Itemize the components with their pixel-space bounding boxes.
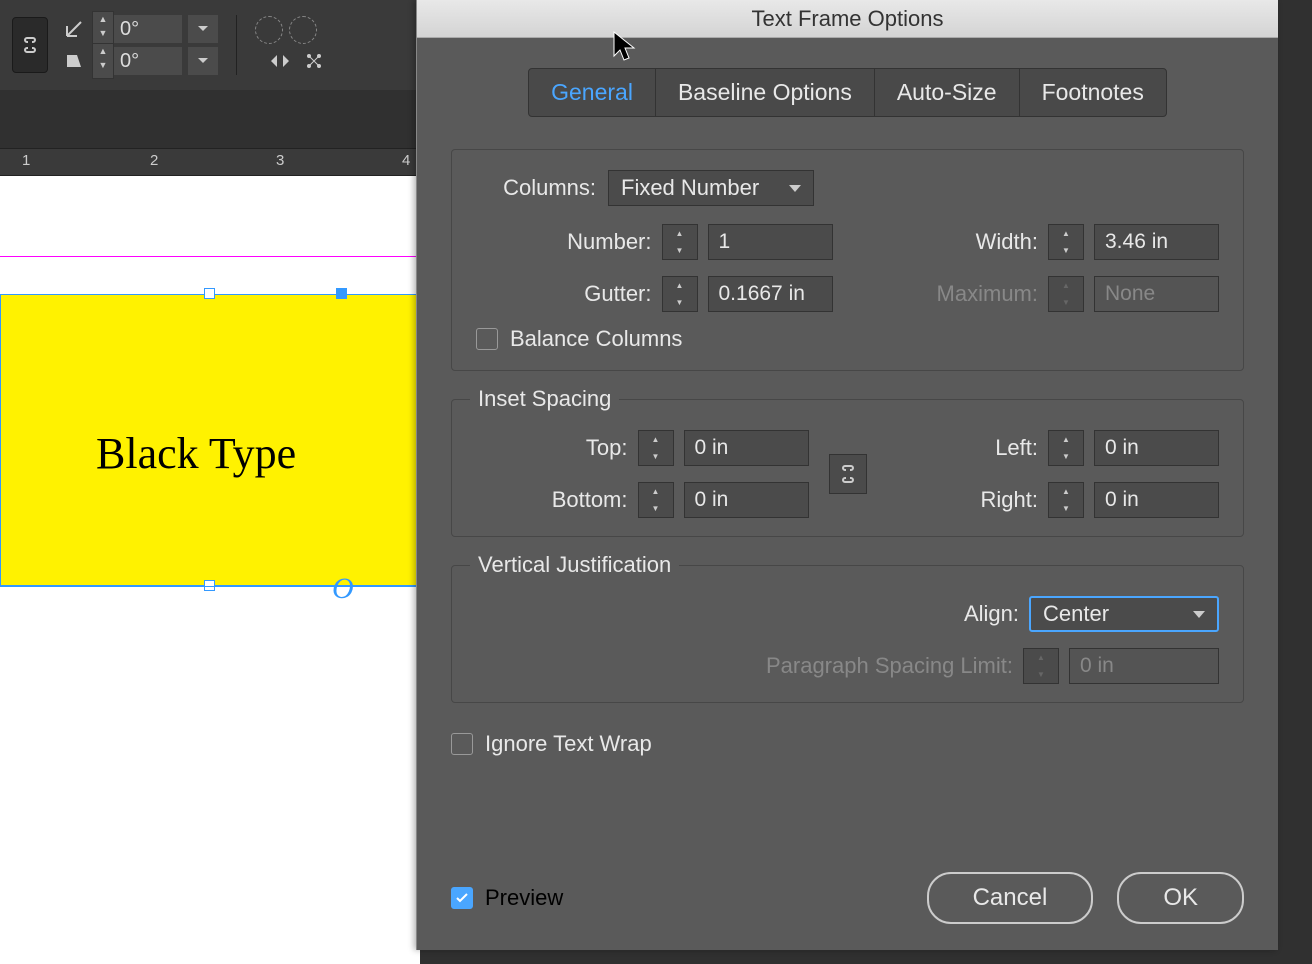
dialog-tabs: General Baseline Options Auto-Size Footn… bbox=[528, 68, 1167, 117]
ignore-text-wrap-label: Ignore Text Wrap bbox=[485, 731, 652, 757]
document-canvas[interactable]: Black Type O bbox=[0, 176, 420, 964]
flip-horizontal-icon[interactable] bbox=[267, 48, 293, 74]
gutter-input[interactable]: 0.1667 in bbox=[708, 276, 833, 312]
chevron-down-icon bbox=[1193, 611, 1205, 618]
left-label: Left: bbox=[938, 435, 1038, 461]
psl-label: Paragraph Spacing Limit: bbox=[766, 653, 1013, 679]
gutter-label: Gutter: bbox=[542, 281, 652, 307]
dialog-bottombar: Preview Cancel OK bbox=[451, 872, 1244, 924]
maximum-stepper: ▲▼ bbox=[1048, 276, 1084, 312]
columns-type-select[interactable]: Fixed Number bbox=[608, 170, 814, 206]
link-values-icon[interactable] bbox=[829, 454, 867, 494]
cancel-button[interactable]: Cancel bbox=[927, 872, 1094, 924]
number-label: Number: bbox=[542, 229, 652, 255]
flip-vertical-icon[interactable] bbox=[301, 48, 327, 74]
rotate-icon bbox=[62, 17, 86, 41]
shear-icon bbox=[62, 49, 86, 73]
maximum-label: Maximum: bbox=[918, 281, 1038, 307]
tab-baseline[interactable]: Baseline Options bbox=[656, 69, 875, 116]
chevron-down-icon bbox=[789, 185, 801, 192]
psl-stepper: ▲▼ bbox=[1023, 648, 1059, 684]
tab-general[interactable]: General bbox=[529, 69, 656, 116]
tab-autosize[interactable]: Auto-Size bbox=[875, 69, 1020, 116]
width-input[interactable]: 3.46 in bbox=[1094, 224, 1219, 260]
preview-label: Preview bbox=[485, 885, 563, 911]
anchor-marker: O bbox=[332, 572, 354, 606]
columns-group: Columns: Fixed Number Number: ▲▼ 1 Width… bbox=[451, 149, 1244, 371]
rotate-dropdown[interactable] bbox=[188, 15, 218, 43]
align-select[interactable]: Center bbox=[1029, 596, 1219, 632]
frame-edge bbox=[0, 586, 420, 587]
bottom-input[interactable]: 0 in bbox=[684, 482, 809, 518]
maximum-input: None bbox=[1094, 276, 1219, 312]
inset-legend: Inset Spacing bbox=[470, 386, 619, 412]
top-stepper[interactable]: ▲▼ bbox=[638, 430, 674, 466]
text-frame-options-dialog: Text Frame Options General Baseline Opti… bbox=[416, 0, 1278, 950]
selection-handle[interactable] bbox=[204, 288, 215, 299]
rotate-input[interactable]: ▲▼ 0° bbox=[92, 15, 182, 43]
transform-toolbar: ▲▼ 0° ▲▼ 0° bbox=[0, 0, 420, 90]
top-input[interactable]: 0 in bbox=[684, 430, 809, 466]
guide-line bbox=[0, 256, 420, 257]
stepper-icon[interactable]: ▲▼ bbox=[92, 43, 114, 79]
left-stepper[interactable]: ▲▼ bbox=[1048, 430, 1084, 466]
ignore-text-wrap-checkbox[interactable] bbox=[451, 733, 473, 755]
balance-columns-label: Balance Columns bbox=[510, 326, 682, 352]
selection-handle[interactable] bbox=[336, 288, 347, 299]
frame-text: Black Type bbox=[96, 428, 296, 479]
bottom-label: Bottom: bbox=[528, 487, 628, 513]
right-input[interactable]: 0 in bbox=[1094, 482, 1219, 518]
gutter-stepper[interactable]: ▲▼ bbox=[662, 276, 698, 312]
constrain-link-icon[interactable] bbox=[12, 17, 48, 73]
preview-checkbox[interactable] bbox=[451, 887, 473, 909]
right-stepper[interactable]: ▲▼ bbox=[1048, 482, 1084, 518]
rotate-ccw-icon[interactable] bbox=[255, 16, 283, 44]
left-input[interactable]: 0 in bbox=[1094, 430, 1219, 466]
shear-dropdown[interactable] bbox=[188, 47, 218, 75]
vjust-legend: Vertical Justification bbox=[470, 552, 679, 578]
columns-label: Columns: bbox=[476, 175, 596, 201]
bottom-stepper[interactable]: ▲▼ bbox=[638, 482, 674, 518]
width-label: Width: bbox=[918, 229, 1038, 255]
number-input[interactable]: 1 bbox=[708, 224, 833, 260]
right-label: Right: bbox=[938, 487, 1038, 513]
psl-input: 0 in bbox=[1069, 648, 1219, 684]
rotate-cw-icon[interactable] bbox=[289, 16, 317, 44]
number-stepper[interactable]: ▲▼ bbox=[662, 224, 698, 260]
vertical-justification-group: Vertical Justification Align: Center Par… bbox=[451, 565, 1244, 703]
shear-input[interactable]: ▲▼ 0° bbox=[92, 47, 182, 75]
inset-spacing-group: Inset Spacing Top: ▲▼ 0 in Bottom: ▲▼ 0 … bbox=[451, 399, 1244, 537]
dialog-titlebar: Text Frame Options bbox=[417, 0, 1278, 38]
ok-button[interactable]: OK bbox=[1117, 872, 1244, 924]
stepper-icon[interactable]: ▲▼ bbox=[92, 11, 114, 47]
top-label: Top: bbox=[528, 435, 628, 461]
balance-columns-checkbox[interactable] bbox=[476, 328, 498, 350]
width-stepper[interactable]: ▲▼ bbox=[1048, 224, 1084, 260]
tab-footnotes[interactable]: Footnotes bbox=[1020, 69, 1166, 116]
horizontal-ruler: 1 2 3 4 bbox=[0, 148, 420, 176]
align-label: Align: bbox=[964, 601, 1019, 627]
dialog-title: Text Frame Options bbox=[752, 6, 944, 32]
